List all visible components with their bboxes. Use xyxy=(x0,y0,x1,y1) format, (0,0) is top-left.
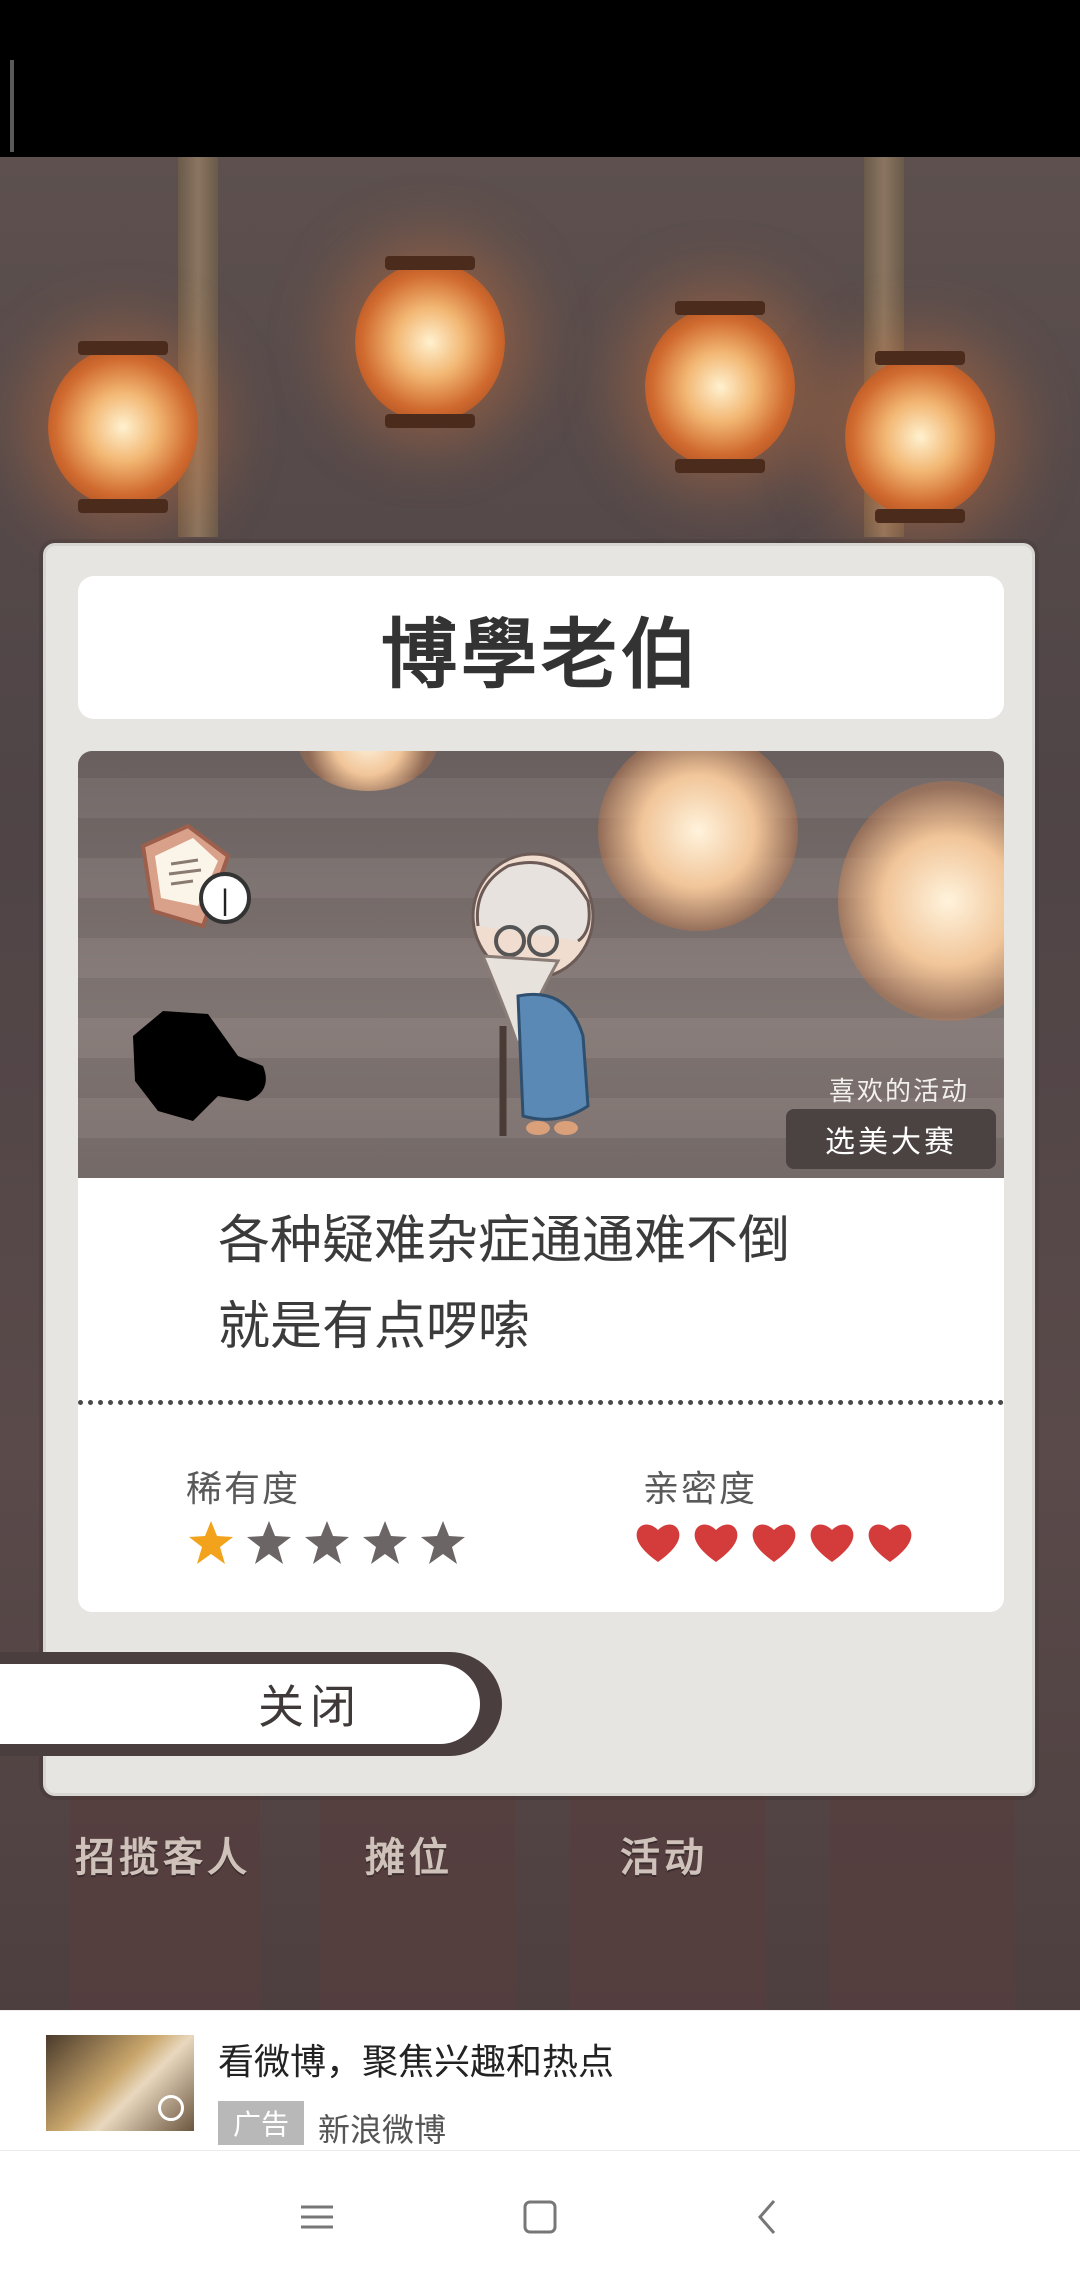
heart-icon xyxy=(694,1524,738,1562)
favorite-activity-caption: 喜欢的活动 xyxy=(828,1077,969,1107)
menu-column xyxy=(70,1780,260,2010)
star-empty-icon xyxy=(363,1521,407,1564)
menu-item-stalls[interactable]: 摊位 xyxy=(365,1825,453,1883)
old-man-character xyxy=(471,852,595,1136)
description-line: 各种疑难杂症通通难不倒 xyxy=(218,1211,791,1271)
lantern-decoration xyxy=(298,751,438,791)
dotted-divider xyxy=(78,1400,1004,1405)
intimacy-label: 亲密度 xyxy=(643,1469,758,1510)
character-description: 各种疑难杂症通通难不倒 就是有点啰嗦 xyxy=(218,1198,790,1370)
close-button[interactable]: 关闭 xyxy=(0,1652,502,1756)
lantern-decoration xyxy=(355,256,505,428)
menu-icon[interactable] xyxy=(287,2187,347,2247)
ad-title[interactable]: 看微博，聚焦兴趣和热点 xyxy=(218,2033,614,2085)
ad-thumbnail[interactable] xyxy=(46,2035,194,2131)
game-menu: 招揽客人 摊位 活动 xyxy=(0,1780,1080,2010)
close-button-label: 关闭 xyxy=(258,1680,362,1734)
menu-column xyxy=(320,1780,515,2010)
lantern-decoration xyxy=(48,341,198,513)
ad-source: 新浪微博 xyxy=(318,2111,447,2149)
close-button-face[interactable]: 关闭 xyxy=(0,1664,480,1744)
star-empty-icon xyxy=(247,1521,291,1564)
system-navigation-bar xyxy=(0,2150,1080,2280)
menu-item-activities[interactable]: 活动 xyxy=(620,1825,708,1883)
heart-icon xyxy=(810,1524,854,1562)
intimacy-hearts xyxy=(633,1518,915,1578)
wooden-pillar xyxy=(178,157,218,537)
character-portrait: | 喜欢的活动 选美大赛 xyxy=(78,751,1004,1178)
rarity-stars xyxy=(186,1518,468,1578)
description-line: 就是有点啰嗦 xyxy=(218,1297,531,1357)
character-name: 博學老伯 xyxy=(381,609,701,699)
lantern-decoration xyxy=(845,351,995,523)
ad-banner[interactable]: 看微博，聚焦兴趣和热点 广告 新浪微博 xyxy=(0,2010,1080,2150)
favorite-activity-badge: 选美大赛 xyxy=(786,1109,996,1169)
letter-count-badge: | xyxy=(221,884,229,917)
star-empty-icon xyxy=(421,1521,465,1564)
heart-icon xyxy=(752,1524,796,1562)
menu-column xyxy=(570,1780,765,2010)
star-filled-icon xyxy=(189,1521,233,1564)
back-icon[interactable] xyxy=(738,2187,798,2247)
star-empty-icon xyxy=(305,1521,349,1564)
character-info-box: 各种疑难杂症通通难不倒 就是有点啰嗦 稀有度 亲密度 xyxy=(78,1178,1004,1612)
status-bar xyxy=(0,0,1080,157)
text-cursor xyxy=(10,60,14,152)
lantern-decoration xyxy=(598,751,798,931)
rarity-label: 稀有度 xyxy=(186,1469,301,1510)
ad-tag-badge: 广告 xyxy=(218,2101,304,2145)
character-info-modal: 博學老伯 | 喜欢的活动 选美大赛 各种疑难杂症通通难不倒 就是有点啰嗦 稀有度… xyxy=(43,543,1035,1796)
lantern-decoration xyxy=(838,781,1004,1021)
letter-icon[interactable]: | xyxy=(133,816,253,936)
menu-item-recruit-customers[interactable]: 招揽客人 xyxy=(75,1825,251,1883)
character-name-box: 博學老伯 xyxy=(78,576,1004,719)
lantern-decoration xyxy=(645,301,795,473)
play-icon xyxy=(158,2095,184,2121)
heart-icon xyxy=(636,1524,680,1562)
home-icon[interactable] xyxy=(510,2187,570,2247)
heart-icon xyxy=(868,1524,912,1562)
menu-column xyxy=(830,1780,1015,2010)
locked-item-silhouette-icon xyxy=(133,1011,266,1121)
